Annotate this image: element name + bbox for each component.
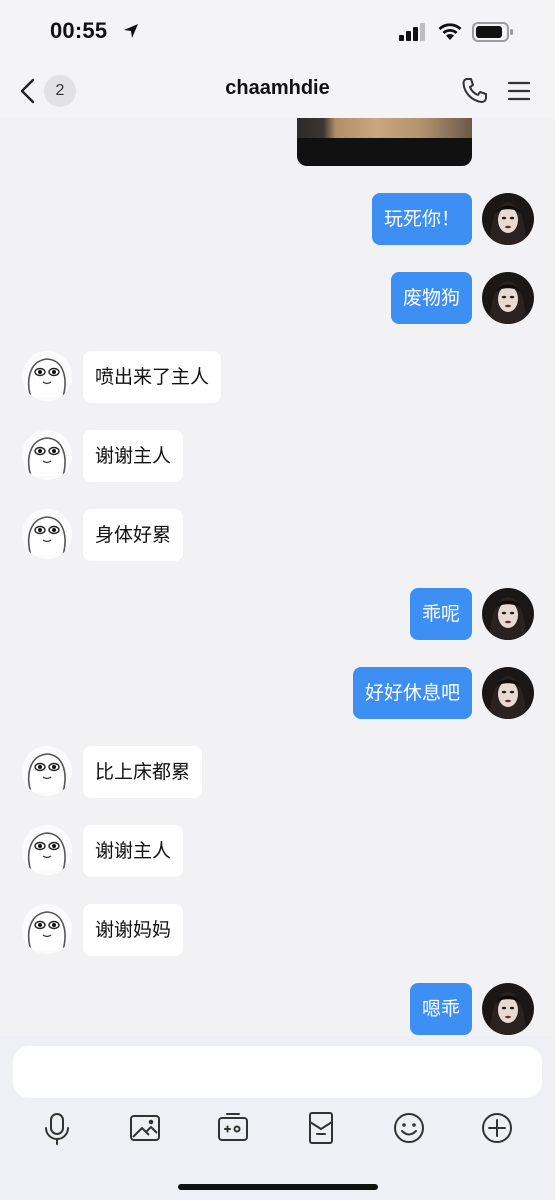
plus-icon[interactable] xyxy=(477,1108,517,1148)
user-avatar[interactable] xyxy=(482,667,534,719)
home-indicator[interactable] xyxy=(178,1184,378,1190)
message-row-outgoing: 玩死你！ xyxy=(0,193,555,247)
message-bubble-outgoing[interactable]: 好好休息吧 xyxy=(352,667,472,719)
camera-icon[interactable] xyxy=(213,1108,253,1148)
message-row-incoming: 谢谢主人 xyxy=(0,825,555,879)
message-bubble-incoming[interactable]: 喷出来了主人 xyxy=(83,351,222,403)
user-avatar[interactable] xyxy=(482,588,534,640)
message-bubble-incoming[interactable]: 比上床都累 xyxy=(83,746,203,798)
friend-avatar[interactable] xyxy=(22,904,72,954)
location-arrow-icon xyxy=(124,24,138,38)
message-row-outgoing: 好好休息吧 xyxy=(0,667,555,721)
message-row-incoming: 谢谢妈妈 xyxy=(0,904,555,958)
menu-icon[interactable] xyxy=(506,78,532,104)
composer xyxy=(0,1036,555,1200)
message-bubble-outgoing[interactable]: 废物狗 xyxy=(390,272,472,324)
message-bubble-outgoing[interactable]: 乖呢 xyxy=(409,588,472,640)
friend-avatar[interactable] xyxy=(22,825,72,875)
battery-icon xyxy=(472,22,513,42)
image-message-photo xyxy=(297,118,472,138)
user-avatar[interactable] xyxy=(482,272,534,324)
friend-avatar[interactable] xyxy=(22,351,72,401)
friend-avatar[interactable] xyxy=(22,509,72,559)
phone-icon[interactable] xyxy=(460,76,490,106)
message-input[interactable] xyxy=(13,1046,542,1098)
emoji-icon[interactable] xyxy=(389,1108,429,1148)
wifi-icon xyxy=(438,23,462,40)
message-bubble-outgoing[interactable]: 嗯乖 xyxy=(409,983,472,1035)
status-bar: 00:55 xyxy=(0,0,555,64)
user-avatar[interactable] xyxy=(482,983,534,1035)
image-message[interactable] xyxy=(297,118,472,166)
red-packet-icon[interactable] xyxy=(301,1108,341,1148)
message-row-incoming: 喷出来了主人 xyxy=(0,351,555,405)
image-icon[interactable] xyxy=(125,1108,165,1148)
friend-avatar[interactable] xyxy=(22,746,72,796)
message-row-incoming: 比上床都累 xyxy=(0,746,555,800)
message-bubble-incoming[interactable]: 谢谢主人 xyxy=(83,825,184,877)
message-list[interactable]: 玩死你！ 废物狗 喷出来了主人 谢谢主人 身体好累 乖呢 好好休息吧 比上床都累… xyxy=(0,118,555,1036)
message-row-incoming: 身体好累 xyxy=(0,509,555,563)
message-row-outgoing: 废物狗 xyxy=(0,272,555,326)
signal-icon xyxy=(399,23,425,41)
chat-header: 2 chaamhdie xyxy=(0,64,555,118)
message-bubble-incoming[interactable]: 谢谢主人 xyxy=(83,430,184,482)
microphone-icon[interactable] xyxy=(37,1108,77,1148)
status-time: 00:55 xyxy=(50,18,108,43)
friend-avatar[interactable] xyxy=(22,430,72,480)
message-bubble-incoming[interactable]: 身体好累 xyxy=(83,509,184,561)
message-row-incoming: 谢谢主人 xyxy=(0,430,555,484)
user-avatar[interactable] xyxy=(482,193,534,245)
message-row-outgoing: 嗯乖 xyxy=(0,983,555,1036)
message-bubble-outgoing[interactable]: 玩死你！ xyxy=(371,193,472,245)
message-row-outgoing: 乖呢 xyxy=(0,588,555,642)
message-bubble-incoming[interactable]: 谢谢妈妈 xyxy=(83,904,184,956)
